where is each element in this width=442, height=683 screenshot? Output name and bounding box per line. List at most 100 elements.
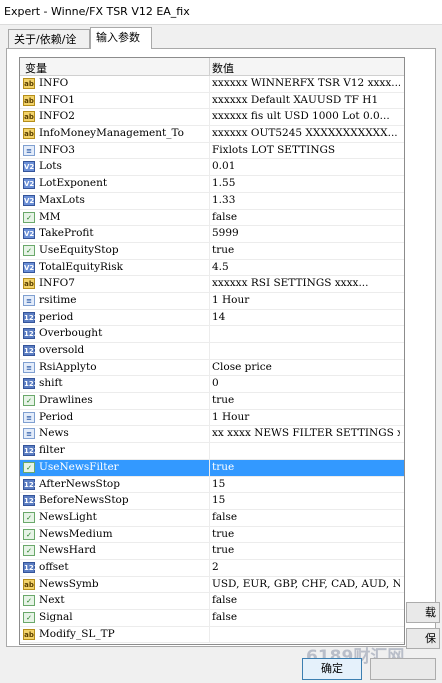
- parameter-row[interactable]: ✓ Signal false: [20, 610, 404, 627]
- cell-divider: [209, 626, 210, 643]
- parameter-name: rsitime: [39, 293, 77, 306]
- parameter-row[interactable]: ✓ NewsMedium true: [20, 526, 404, 544]
- v123-type-icon: 123: [23, 311, 39, 323]
- parameter-value[interactable]: false: [212, 511, 400, 523]
- parameter-row[interactable]: V2 TakeProfit 5999: [20, 226, 404, 243]
- parameter-value[interactable]: 2: [212, 561, 400, 573]
- cell-divider: [209, 493, 210, 509]
- list-type-icon: ≡: [23, 411, 35, 423]
- parameter-row[interactable]: 123 AfterNewsStop 15: [20, 476, 404, 494]
- tab-about[interactable]: 关于/依赖/诠释: [8, 29, 90, 65]
- parameter-row[interactable]: ab INFO1 xxxxxx Default XAUUSD TF H1: [20, 92, 404, 110]
- parameter-value[interactable]: 15: [212, 478, 400, 490]
- parameter-name: BeforeNewsStop: [39, 494, 129, 507]
- parameter-row[interactable]: ✓ MM false: [20, 209, 404, 227]
- parameter-value[interactable]: false: [212, 611, 400, 623]
- parameter-value[interactable]: 1 Hour: [212, 294, 400, 306]
- parameter-value[interactable]: 1 Hour: [212, 411, 400, 423]
- parameter-value[interactable]: true: [212, 528, 400, 540]
- parameter-value[interactable]: true: [212, 544, 400, 556]
- cancel-button[interactable]: [370, 658, 436, 680]
- parameter-row[interactable]: ab NewsSymb USD, EUR, GBP, CHF, CAD, AUD, …: [20, 576, 404, 594]
- column-header-value[interactable]: 数值: [212, 60, 234, 76]
- ok-button[interactable]: 确定: [302, 658, 362, 680]
- parameter-value[interactable]: false: [212, 594, 400, 606]
- parameter-row[interactable]: ab INFO2 xxxxxx fis ult USD 1000 Lot 0.0..…: [20, 109, 404, 127]
- parameter-name: Overbought: [39, 327, 103, 340]
- parameter-row[interactable]: ✓ NewsHard true: [20, 543, 404, 560]
- parameter-row[interactable]: V2 LotExponent 1.55: [20, 176, 404, 193]
- parameter-value[interactable]: xx xxxx NEWS FILTER SETTINGS xxx...: [212, 427, 400, 439]
- parameter-row[interactable]: ab InfoMoneyManagement_To xxxxxx OUT5245 X…: [20, 126, 404, 143]
- cell-divider: [209, 343, 210, 359]
- parameter-row[interactable]: ≡ INFO3 Fixlots LOT SETTINGS: [20, 142, 404, 160]
- parameter-row[interactable]: 123 offset 2: [20, 559, 404, 577]
- parameter-row[interactable]: 123 Overbought: [20, 326, 404, 343]
- parameter-value[interactable]: xxxxxx RSI SETTINGS xxxx...: [212, 277, 400, 289]
- column-divider[interactable]: [209, 58, 210, 75]
- tab-inputs[interactable]: 输入参数: [90, 27, 152, 49]
- parameter-value[interactable]: xxxxxx WINNERFX TSR V12 xxxx...: [212, 77, 400, 89]
- parameter-row[interactable]: ab Modify_SL_TP: [20, 626, 404, 644]
- parameter-value[interactable]: false: [212, 211, 400, 223]
- chk-type-icon: ✓: [23, 511, 35, 523]
- chk-type-icon: ✓: [23, 461, 35, 473]
- parameter-row[interactable]: ≡ Period 1 Hour: [20, 409, 404, 427]
- parameter-value[interactable]: 0.01: [212, 160, 400, 172]
- cell-divider: [209, 159, 210, 176]
- parameter-name: TotalEquityRisk: [39, 260, 124, 273]
- parameter-value[interactable]: 1.33: [212, 194, 400, 206]
- parameter-value[interactable]: 5999: [212, 227, 400, 239]
- column-header-variable[interactable]: 变量: [25, 60, 47, 76]
- parameter-value[interactable]: USD, EUR, GBP, CHF, CAD, AUD, NZD, JPY: [212, 578, 400, 590]
- parameter-name: Next: [39, 594, 65, 607]
- parameter-row[interactable]: V2 TotalEquityRisk 4.5: [20, 259, 404, 277]
- parameter-row[interactable]: ≡ News xx xxxx NEWS FILTER SETTINGS xxx...: [20, 426, 404, 444]
- parameter-row[interactable]: ✓ UseEquityStop true: [20, 242, 404, 260]
- parameter-name: AfterNewsStop: [39, 477, 120, 490]
- parameter-row[interactable]: 123 filter: [20, 443, 404, 460]
- chk-type-icon: ✓: [23, 595, 35, 607]
- parameter-row[interactable]: ≡ RsiApplyto Close price: [20, 359, 404, 377]
- cell-divider: [209, 192, 210, 209]
- load-button[interactable]: 载: [406, 602, 440, 623]
- parameter-row[interactable]: ab INFO7 xxxxxx RSI SETTINGS xxxx...: [20, 276, 404, 293]
- parameter-row[interactable]: V2 Lots 0.01: [20, 159, 404, 177]
- parameter-value[interactable]: true: [212, 394, 400, 406]
- parameter-value[interactable]: 1.55: [212, 177, 400, 189]
- parameter-value[interactable]: true: [212, 461, 400, 473]
- cell-divider: [209, 593, 210, 609]
- parameter-value[interactable]: 4.5: [212, 261, 400, 273]
- save-button[interactable]: 保: [406, 628, 440, 649]
- parameter-row[interactable]: ✓ UseNewsFilter true: [20, 459, 404, 477]
- cell-divider: [209, 326, 210, 342]
- parameter-value[interactable]: Close price: [212, 361, 400, 373]
- parameter-value[interactable]: xxxxxx fis ult USD 1000 Lot 0.0...: [212, 110, 400, 122]
- cell-divider: [209, 509, 210, 526]
- parameter-row[interactable]: ✓ Next false: [20, 593, 404, 610]
- chk-type-icon: ✓: [23, 528, 35, 540]
- parameter-row[interactable]: 123 shift 0: [20, 376, 404, 394]
- parameter-row[interactable]: 123 oversold: [20, 343, 404, 360]
- v2-type-icon: V2: [23, 228, 35, 240]
- parameter-row[interactable]: ✓ NewsLight false: [20, 509, 404, 527]
- list-type-icon: ≡: [23, 294, 35, 306]
- parameter-name: LotExponent: [39, 177, 108, 190]
- parameter-value[interactable]: 14: [212, 311, 400, 323]
- cell-divider: [209, 142, 210, 159]
- parameter-value[interactable]: 0: [212, 377, 400, 389]
- parameter-row[interactable]: ✓ Drawlines true: [20, 393, 404, 410]
- parameter-value[interactable]: xxxxxx OUT5245 XXXXXXXXXXX...: [212, 127, 400, 139]
- parameter-row[interactable]: V2 MaxLots 1.33: [20, 192, 404, 210]
- cell-divider: [209, 576, 210, 593]
- parameter-value[interactable]: xxxxxx Default XAUUSD TF H1: [212, 94, 400, 106]
- parameter-name: Modify_SL_TP: [39, 627, 115, 640]
- parameter-value[interactable]: Fixlots LOT SETTINGS: [212, 144, 400, 156]
- parameter-row[interactable]: ab INFO xxxxxx WINNERFX TSR V12 xxxx...: [20, 76, 404, 93]
- parameter-row[interactable]: 123 period 14: [20, 309, 404, 327]
- parameter-row[interactable]: 123 BeforeNewsStop 15: [20, 493, 404, 510]
- parameter-value[interactable]: 15: [212, 494, 400, 506]
- ab-type-icon: ab: [23, 578, 35, 590]
- parameter-row[interactable]: ≡ rsitime 1 Hour: [20, 292, 404, 310]
- parameter-value[interactable]: true: [212, 244, 400, 256]
